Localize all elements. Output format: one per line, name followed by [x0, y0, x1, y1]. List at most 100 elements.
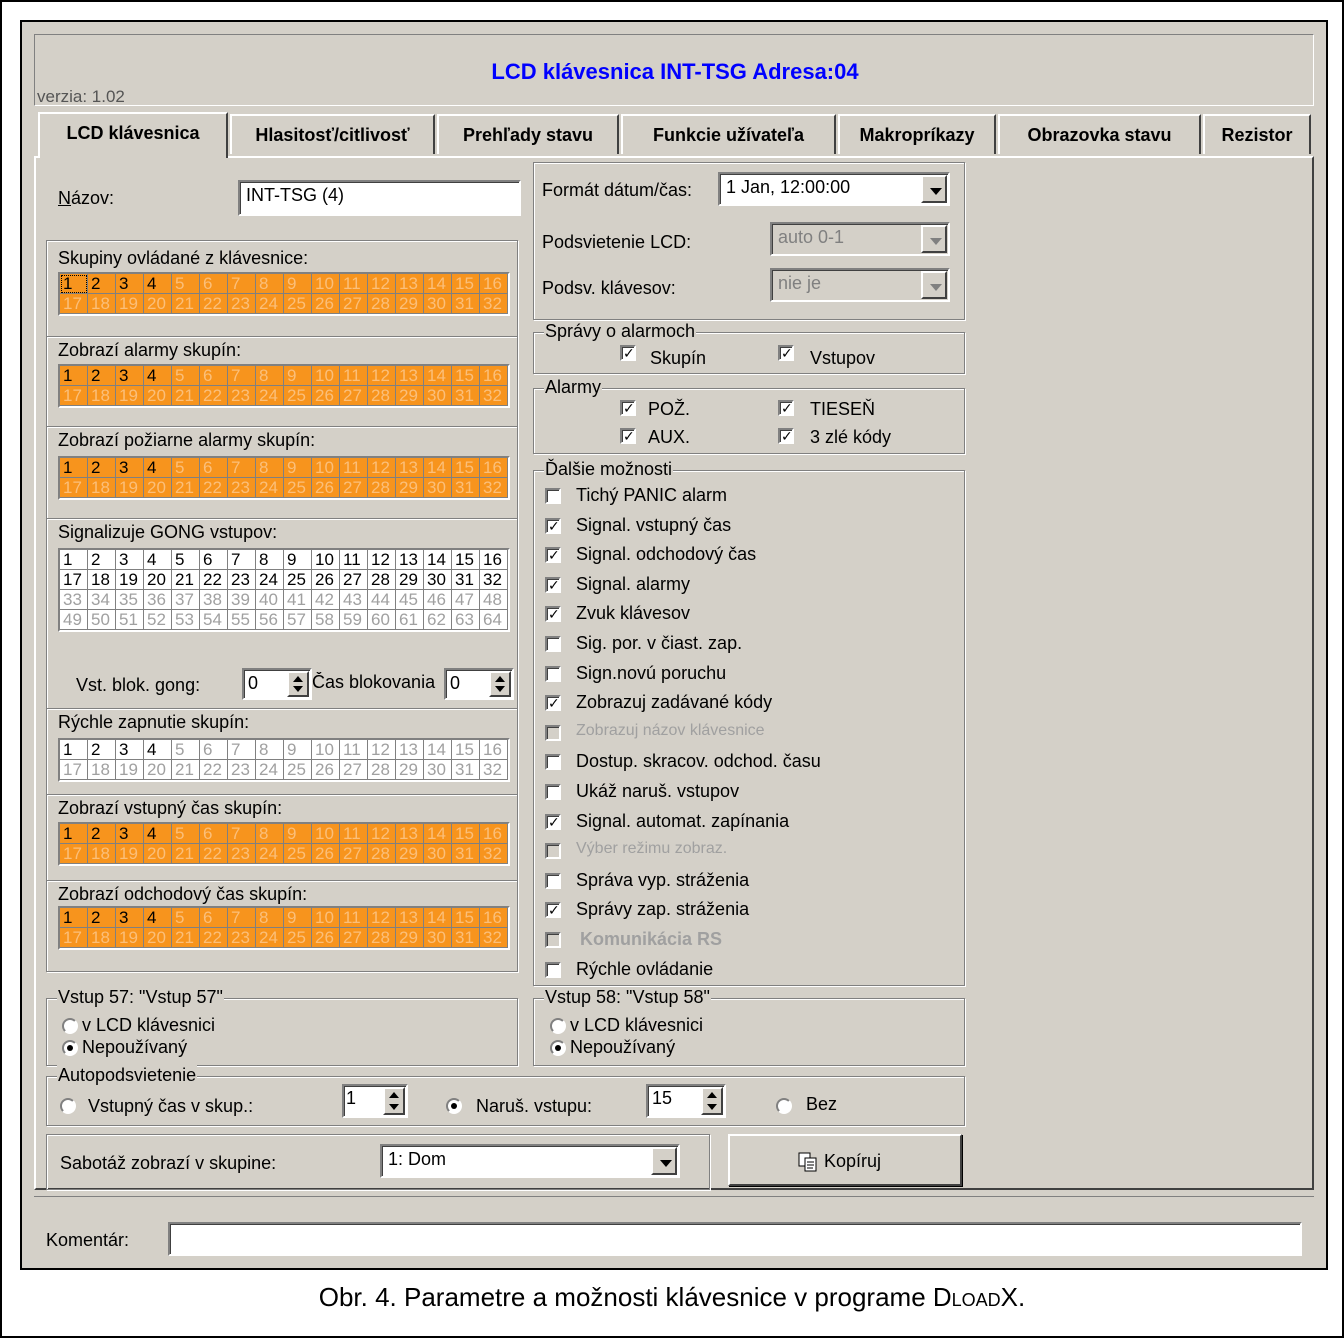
- zone-cell[interactable]: 6: [200, 366, 228, 386]
- name-input[interactable]: INT-TSG (4): [238, 180, 521, 216]
- zone-cell[interactable]: 53: [172, 610, 200, 630]
- zone-cell[interactable]: 31: [452, 928, 480, 948]
- zone-cell[interactable]: 11: [340, 550, 368, 570]
- zone-cell[interactable]: 30: [424, 570, 452, 590]
- chevron-down-icon[interactable]: [651, 1147, 677, 1175]
- zone-cell[interactable]: 21: [172, 844, 200, 864]
- checkbox-option[interactable]: ✓: [545, 902, 561, 919]
- checkbox-option[interactable]: ✓: [545, 517, 561, 534]
- zone-cell[interactable]: 20: [144, 928, 172, 948]
- zone-cell[interactable]: 2: [88, 458, 116, 478]
- copy-button[interactable]: Kopíruj: [728, 1134, 962, 1186]
- zone-cell[interactable]: 5: [172, 740, 200, 760]
- zone-cell[interactable]: 6: [200, 274, 228, 294]
- checkbox-alarm-msg-groups[interactable]: ✓: [620, 345, 636, 361]
- zone-cell[interactable]: 11: [340, 824, 368, 844]
- zone-cell[interactable]: 2: [88, 366, 116, 386]
- checkbox-option[interactable]: [545, 488, 561, 504]
- zone-cell[interactable]: 20: [144, 570, 172, 590]
- zone-cell[interactable]: 29: [396, 844, 424, 864]
- zone-cell[interactable]: 1: [60, 458, 88, 478]
- zone-cell[interactable]: 9: [284, 740, 312, 760]
- zone-cell[interactable]: 36: [144, 590, 172, 610]
- zone-cell[interactable]: 28: [368, 928, 396, 948]
- zone-cell[interactable]: 21: [172, 928, 200, 948]
- zone-cell[interactable]: 56: [256, 610, 284, 630]
- zone-cell[interactable]: 31: [452, 478, 480, 498]
- zone-cell[interactable]: 16: [480, 458, 508, 478]
- zone-cell[interactable]: 3: [116, 824, 144, 844]
- zone-cell[interactable]: 7: [228, 740, 256, 760]
- zone-cell[interactable]: 34: [88, 590, 116, 610]
- zone-cell[interactable]: 2: [88, 550, 116, 570]
- zone-cell[interactable]: 12: [368, 824, 396, 844]
- zone-cell[interactable]: 22: [200, 386, 228, 406]
- zone-cell[interactable]: 6: [200, 458, 228, 478]
- checkbox-option[interactable]: ✓: [545, 547, 561, 564]
- zone-cell[interactable]: 33: [60, 590, 88, 610]
- zone-cell[interactable]: 7: [228, 824, 256, 844]
- zone-cell[interactable]: 27: [340, 386, 368, 406]
- zone-cell[interactable]: 14: [424, 366, 452, 386]
- radio-input58-unused[interactable]: [550, 1040, 566, 1056]
- zone-cell[interactable]: 22: [200, 928, 228, 948]
- zone-cell[interactable]: 19: [116, 844, 144, 864]
- zone-cell[interactable]: 17: [60, 478, 88, 498]
- radio-input57-lcd[interactable]: [62, 1018, 78, 1034]
- checkbox-option[interactable]: ✓: [545, 576, 561, 593]
- checkbox-option[interactable]: [545, 665, 561, 682]
- zone-cell[interactable]: 21: [172, 478, 200, 498]
- checkbox-option[interactable]: [545, 961, 561, 978]
- zone-cell[interactable]: 2: [88, 740, 116, 760]
- radio-input58-lcd[interactable]: [550, 1018, 566, 1034]
- zone-cell[interactable]: 45: [396, 590, 424, 610]
- zone-cell[interactable]: 3: [116, 908, 144, 928]
- zone-cell[interactable]: 9: [284, 908, 312, 928]
- zone-cell[interactable]: 23: [228, 386, 256, 406]
- gong-block-spin-buttons[interactable]: [287, 671, 309, 697]
- zone-cell[interactable]: 28: [368, 570, 396, 590]
- zone-cell[interactable]: 27: [340, 760, 368, 780]
- zone-cell[interactable]: 11: [340, 274, 368, 294]
- zone-cell[interactable]: 19: [116, 294, 144, 314]
- zone-cell[interactable]: 18: [88, 570, 116, 590]
- zone-cell[interactable]: 16: [480, 274, 508, 294]
- zone-cell[interactable]: 19: [116, 478, 144, 498]
- zone-cell[interactable]: 30: [424, 294, 452, 314]
- chevron-down-icon[interactable]: [921, 175, 947, 203]
- gong-block-spinner[interactable]: 0: [242, 668, 312, 700]
- checkbox-option[interactable]: [545, 843, 561, 860]
- checkbox-alarm-msg-inputs[interactable]: ✓: [778, 345, 794, 361]
- zone-cell[interactable]: 18: [88, 478, 116, 498]
- zone-cell[interactable]: 12: [368, 274, 396, 294]
- checkbox-option[interactable]: ✓: [545, 813, 561, 830]
- zone-cell[interactable]: 25: [284, 844, 312, 864]
- zone-cell[interactable]: 32: [480, 478, 508, 498]
- zone-cell[interactable]: 29: [396, 294, 424, 314]
- zone-cell[interactable]: 17: [60, 844, 88, 864]
- spin-buttons[interactable]: [383, 1087, 405, 1115]
- zone-cell[interactable]: 18: [88, 294, 116, 314]
- radio-autobacklight-violation[interactable]: [446, 1098, 462, 1114]
- chevron-down-icon[interactable]: [921, 271, 947, 299]
- zone-cell[interactable]: 58: [312, 610, 340, 630]
- zone-cell[interactable]: 47: [452, 590, 480, 610]
- zone-cell[interactable]: 10: [312, 458, 340, 478]
- zone-cell[interactable]: 4: [144, 458, 172, 478]
- autobacklight-entry-spinner[interactable]: 1: [342, 1084, 408, 1118]
- zone-cell[interactable]: 41: [284, 590, 312, 610]
- zone-cell[interactable]: 29: [396, 570, 424, 590]
- zone-cell[interactable]: 4: [144, 740, 172, 760]
- zone-cell[interactable]: 15: [452, 274, 480, 294]
- zone-cell[interactable]: 30: [424, 928, 452, 948]
- zone-cell[interactable]: 13: [396, 824, 424, 844]
- checkbox-alarm-panic[interactable]: ✓: [778, 400, 794, 416]
- zone-cell[interactable]: 8: [256, 274, 284, 294]
- zone-cell[interactable]: 6: [200, 740, 228, 760]
- radio-input57-unused[interactable]: [62, 1040, 78, 1056]
- zone-cell[interactable]: 11: [340, 458, 368, 478]
- zone-cell[interactable]: 17: [60, 760, 88, 780]
- zone-cell[interactable]: 29: [396, 760, 424, 780]
- zone-cell[interactable]: 9: [284, 366, 312, 386]
- zone-cell[interactable]: 17: [60, 928, 88, 948]
